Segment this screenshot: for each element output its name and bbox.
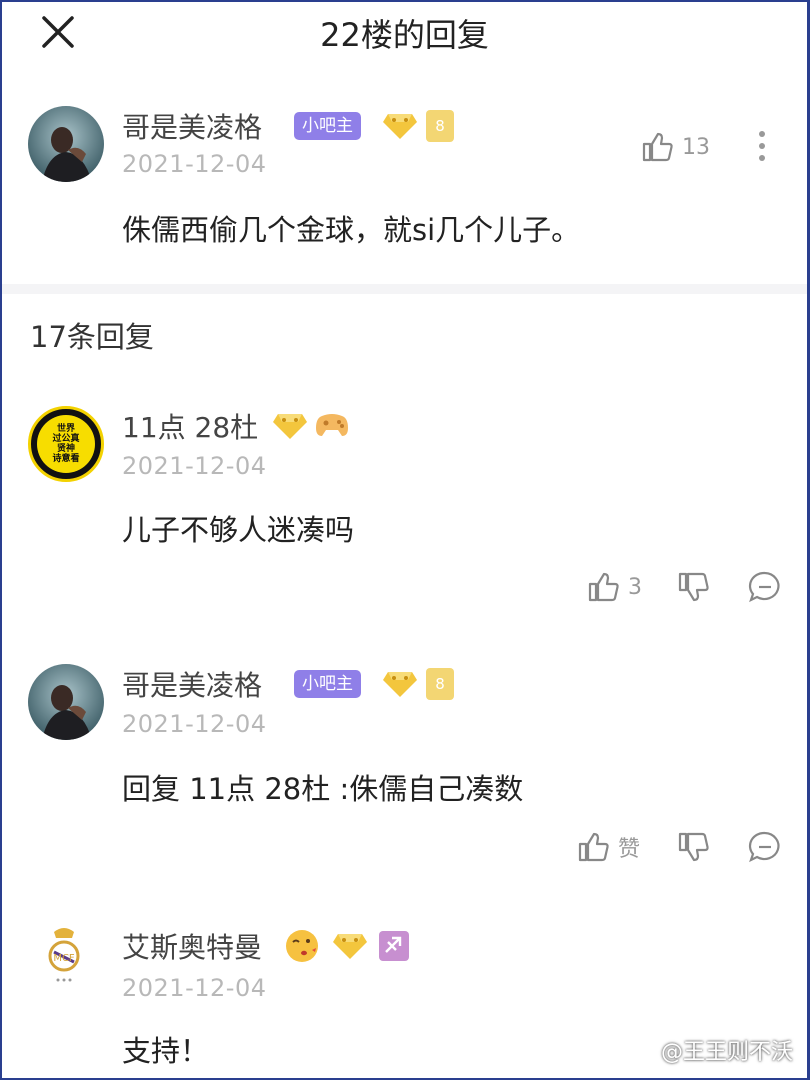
comment-icon[interactable] xyxy=(748,830,782,868)
like-label: 赞 xyxy=(618,837,641,862)
thumbs-up-icon xyxy=(578,832,609,862)
level-badge: 8 xyxy=(426,110,454,142)
reply-count: 17条回复 xyxy=(30,320,154,354)
thumbs-down-icon[interactable] xyxy=(676,830,710,868)
comment-icon[interactable] xyxy=(748,570,782,608)
reply-content: 支持！ xyxy=(122,1034,210,1068)
section-divider xyxy=(2,284,807,294)
real-madrid-crest-icon: MCF xyxy=(48,928,80,982)
reply-date: 2021-12-04 xyxy=(122,974,267,1002)
like-button[interactable]: 13 xyxy=(640,130,710,164)
diamond-icon xyxy=(272,410,308,440)
more-options-icon[interactable] xyxy=(754,128,770,168)
avatar[interactable] xyxy=(28,106,104,182)
username[interactable]: 哥是美凌格 xyxy=(122,106,262,146)
weibo-watermark: @王王则不沃 xyxy=(624,1034,793,1066)
level-badge: 8 xyxy=(426,668,454,700)
diamond-icon xyxy=(332,930,368,960)
avatar[interactable]: MCF xyxy=(32,922,96,986)
top-bar: 22楼的回复 xyxy=(2,2,807,64)
post-date: 2021-12-04 xyxy=(122,150,267,178)
like-button[interactable]: 3 xyxy=(586,570,642,604)
reply-date: 2021-12-04 xyxy=(122,452,267,480)
svg-text:MCF: MCF xyxy=(53,953,75,964)
avatar[interactable]: 世界 过公真 贤神 诗意看 xyxy=(28,406,104,482)
avatar-text: 贤神 xyxy=(56,444,75,454)
weibo-icon xyxy=(624,1040,653,1062)
page-title: 22楼的回复 xyxy=(320,16,489,54)
reply-date: 2021-12-04 xyxy=(122,710,267,738)
thumbs-up-icon xyxy=(642,132,673,162)
like-count: 3 xyxy=(628,574,642,600)
moderator-badge: 小吧主 xyxy=(294,670,361,698)
reply-content: 回复 11点 28杜 :侏儒自己凑数 xyxy=(122,772,524,806)
like-button[interactable]: 赞 xyxy=(576,830,640,864)
avatar-text: 世界 xyxy=(56,424,75,434)
app-frame: 22楼的回复 哥是美凌格 小吧主 8 2021-12-04 13 侏儒西偷几个金… xyxy=(0,0,810,1080)
zodiac-badge-icon xyxy=(378,930,410,966)
like-count: 13 xyxy=(682,134,710,160)
diamond-icon xyxy=(382,668,418,698)
username[interactable]: 11点 28杜 xyxy=(122,406,258,446)
gamepad-icon xyxy=(314,408,350,444)
moderator-badge: 小吧主 xyxy=(294,112,361,140)
kiss-emoji-icon xyxy=(284,928,320,968)
avatar-text: 过公真 xyxy=(52,434,80,444)
post-content: 侏儒西偷几个金球，就si几个儿子。 xyxy=(122,213,581,247)
watermark-text: @王王则不沃 xyxy=(660,1040,793,1065)
avatar[interactable] xyxy=(28,664,104,740)
username[interactable]: 艾斯奥特曼 xyxy=(122,926,262,966)
thumbs-down-icon[interactable] xyxy=(676,570,710,608)
avatar-text: 诗意看 xyxy=(52,454,80,464)
thumbs-up-icon xyxy=(588,572,619,602)
username[interactable]: 哥是美凌格 xyxy=(122,664,262,704)
diamond-icon xyxy=(382,110,418,140)
reply-content: 儿子不够人迷凑吗 xyxy=(122,513,355,547)
